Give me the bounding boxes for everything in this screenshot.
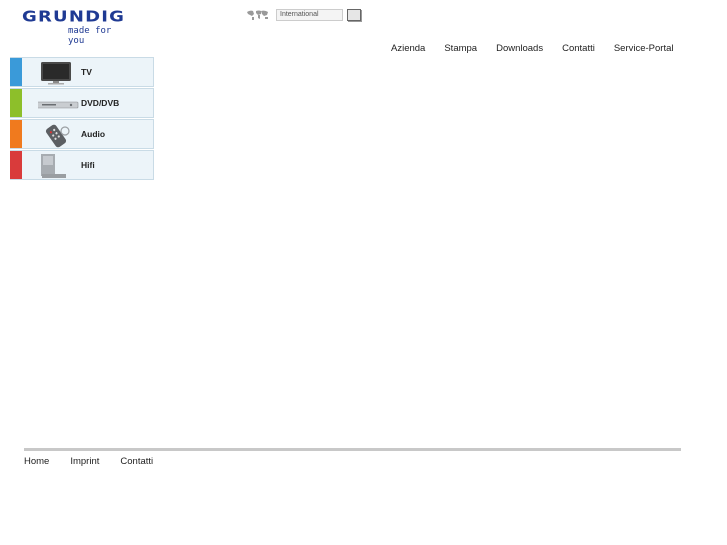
- category-label: Hifi: [81, 160, 95, 170]
- category-item-hifi[interactable]: Hifi: [10, 150, 154, 180]
- nav-link-downloads[interactable]: Downloads: [496, 43, 543, 54]
- region-dropdown[interactable]: International: [276, 9, 343, 21]
- region-go-button[interactable]: [347, 9, 361, 21]
- category-color-strip: [10, 58, 22, 86]
- footer-link-home[interactable]: Home: [24, 456, 49, 467]
- category-color-strip: [10, 120, 22, 148]
- category-item-audio[interactable]: Audio: [10, 119, 154, 149]
- category-item-tv[interactable]: TV: [10, 57, 154, 87]
- footer-navigation: Home Imprint Contatti: [24, 456, 153, 467]
- region-selector: International: [246, 8, 361, 22]
- hifi-system-icon: [41, 154, 66, 178]
- nav-link-service-portal[interactable]: Service-Portal: [614, 43, 674, 54]
- category-label: TV: [81, 67, 92, 77]
- category-label: Audio: [81, 129, 106, 139]
- footer-link-contatti[interactable]: Contatti: [120, 456, 153, 467]
- tv-icon: [41, 62, 71, 85]
- footer-link-imprint[interactable]: Imprint: [70, 456, 99, 467]
- nav-link-stampa[interactable]: Stampa: [444, 43, 477, 54]
- category-color-strip: [10, 151, 22, 179]
- footer-divider: [24, 448, 681, 451]
- category-navigation: TV DVD/DVB Audio Hifi: [10, 57, 154, 181]
- nav-link-azienda[interactable]: Azienda: [391, 43, 425, 54]
- category-color-strip: [10, 89, 22, 117]
- category-label: DVD/DVB: [81, 98, 120, 108]
- top-navigation: Azienda Stampa Downloads Contatti Servic…: [391, 43, 674, 54]
- category-item-dvd-dvb[interactable]: DVD/DVB: [10, 88, 154, 118]
- dvd-player-icon: [38, 101, 79, 109]
- grundig-logo[interactable]: GRUNDIG made for you: [22, 8, 130, 46]
- logo-wordmark: GRUNDIG: [22, 8, 126, 26]
- nav-link-contatti[interactable]: Contatti: [562, 43, 595, 54]
- logo-tagline: made for you: [68, 26, 112, 46]
- audio-remote-icon: [45, 124, 70, 148]
- world-map-icon: [247, 10, 268, 20]
